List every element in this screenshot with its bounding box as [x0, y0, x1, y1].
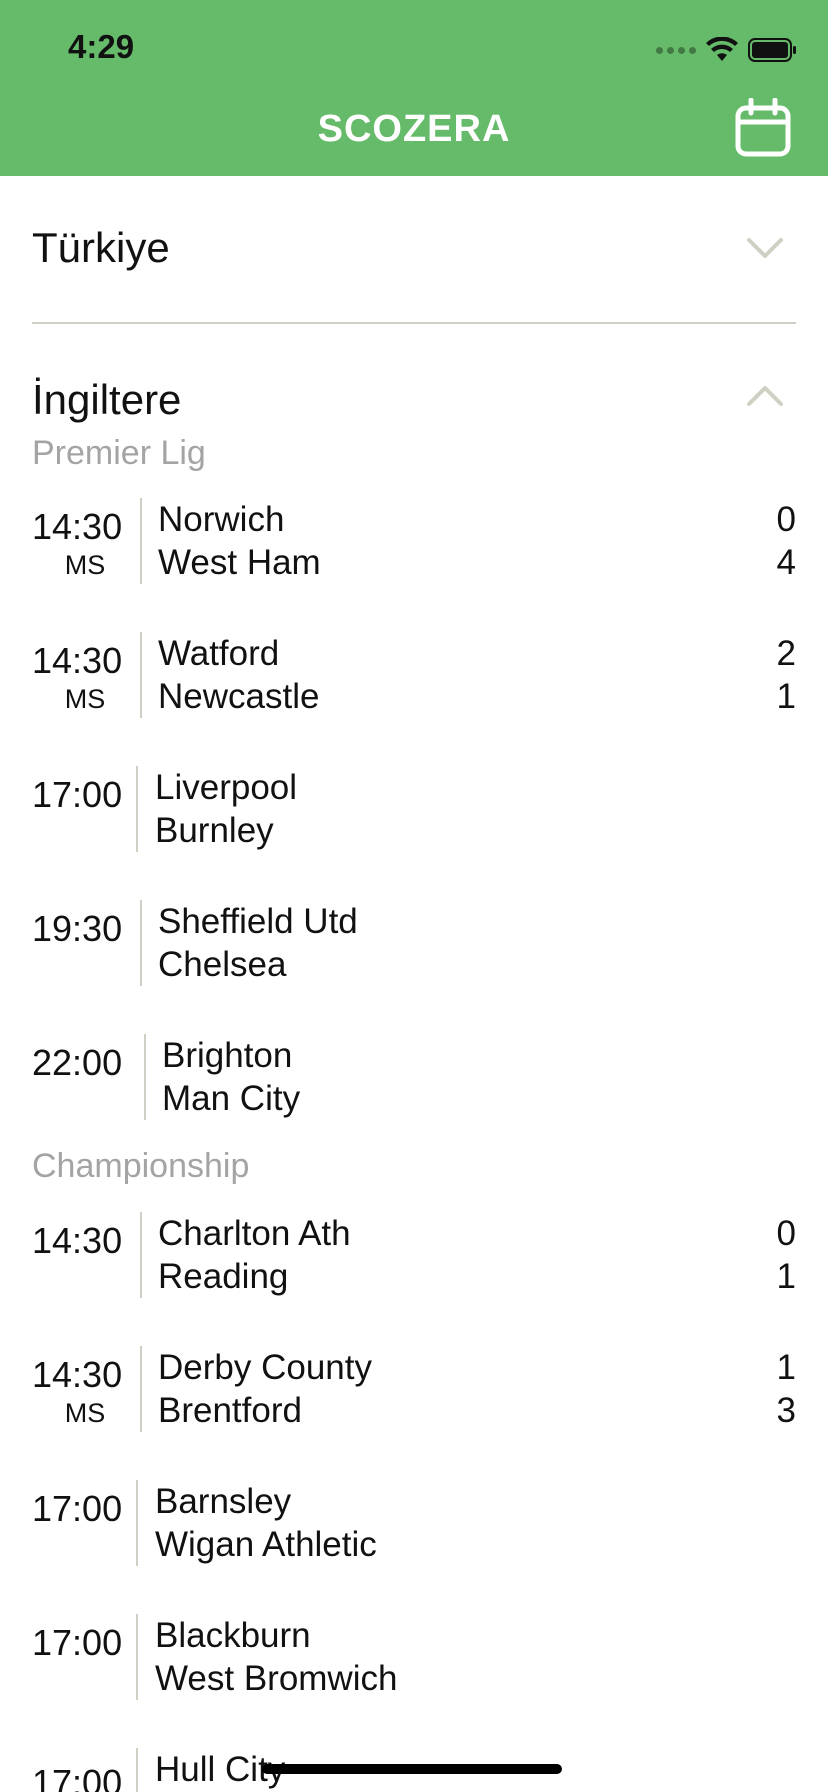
match-separator — [140, 498, 142, 584]
match-status: MS — [64, 550, 106, 580]
match-separator — [140, 632, 142, 718]
match-row[interactable]: 14:30 Charlton Ath Reading 0 1 — [0, 1212, 828, 1302]
chevron-down-icon[interactable] — [746, 236, 784, 260]
match-row[interactable]: 17:00 Barnsley Wigan Athletic — [0, 1480, 828, 1570]
match-separator — [136, 766, 138, 852]
section-title-turkiye[interactable]: Türkiye — [32, 224, 170, 272]
home-team: Liverpool — [155, 768, 298, 807]
home-team: Charlton Ath — [158, 1214, 351, 1253]
home-score: 1 — [776, 1348, 796, 1387]
match-separator — [136, 1480, 138, 1566]
match-time: 14:30 — [32, 506, 123, 547]
away-team: Brentford — [158, 1391, 302, 1430]
match-status: MS — [64, 684, 106, 714]
home-team: Norwich — [158, 500, 285, 539]
away-score: 3 — [776, 1391, 796, 1430]
away-score: 1 — [776, 1257, 796, 1296]
match-separator — [140, 900, 142, 986]
match-time: 19:30 — [32, 908, 123, 949]
home-score: 2 — [776, 634, 796, 673]
league-title: Premier Lig — [32, 434, 206, 472]
match-status: MS — [64, 1398, 106, 1428]
battery-icon — [748, 38, 796, 62]
app-title: SCOZERA — [317, 108, 511, 150]
match-time: 14:30 — [32, 640, 123, 681]
away-team: Chelsea — [158, 945, 287, 984]
match-time: 14:30 — [32, 1354, 123, 1395]
match-time: 17:00 — [32, 774, 123, 815]
home-team: Blackburn — [155, 1616, 311, 1655]
home-team: Sheffield Utd — [158, 902, 358, 941]
status-icons — [656, 34, 798, 66]
match-time: 22:00 — [32, 1042, 123, 1083]
league-title: Championship — [32, 1147, 250, 1185]
match-row[interactable]: 14:30 MS Norwich West Ham 0 4 — [0, 498, 828, 588]
home-score: 0 — [776, 1214, 796, 1253]
match-row[interactable]: 19:30 Sheffield Utd Chelsea — [0, 900, 828, 990]
match-time: 14:30 — [32, 1220, 123, 1261]
away-team: Man City — [162, 1079, 301, 1118]
match-separator — [136, 1748, 138, 1792]
away-team: Wigan Athletic — [155, 1525, 377, 1564]
calendar-icon[interactable] — [734, 98, 792, 158]
away-team: West Ham — [158, 543, 321, 582]
match-row[interactable]: 17:00 Blackburn West Bromwich — [0, 1614, 828, 1704]
away-team: Burnley — [155, 811, 274, 850]
section-divider — [32, 322, 796, 324]
match-separator — [140, 1212, 142, 1298]
status-time: 4:29 — [68, 28, 135, 65]
match-row[interactable]: 14:30 MS Derby County Brentford 1 3 — [0, 1346, 828, 1436]
chevron-up-icon[interactable] — [746, 384, 784, 408]
home-team: Barnsley — [155, 1482, 292, 1521]
home-team: Brighton — [162, 1036, 293, 1075]
away-team: Newcastle — [158, 677, 320, 716]
match-time: 17:00 — [32, 1488, 123, 1529]
wifi-icon — [706, 37, 738, 61]
match-separator — [140, 1346, 142, 1432]
away-team: West Bromwich — [155, 1659, 398, 1698]
home-indicator[interactable] — [262, 1764, 562, 1774]
match-separator — [144, 1034, 146, 1120]
match-row[interactable]: 17:00 Liverpool Burnley — [0, 766, 828, 856]
home-score: 0 — [776, 500, 796, 539]
away-score: 1 — [776, 677, 796, 716]
home-team: Watford — [158, 634, 280, 673]
away-team: Reading — [158, 1257, 289, 1296]
match-time: 17:00 — [32, 1622, 123, 1663]
cellular-signal-icon — [656, 46, 696, 54]
match-time: 17:00 — [32, 1762, 123, 1792]
section-title-ingiltere[interactable]: İngiltere — [32, 376, 181, 424]
match-separator — [136, 1614, 138, 1700]
away-score: 4 — [776, 543, 796, 582]
home-team: Derby County — [158, 1348, 372, 1387]
match-row[interactable]: 14:30 MS Watford Newcastle 2 1 — [0, 632, 828, 722]
match-row[interactable]: 22:00 Brighton Man City — [0, 1034, 828, 1124]
app-header: 4:29 SCOZERA — [0, 0, 828, 176]
